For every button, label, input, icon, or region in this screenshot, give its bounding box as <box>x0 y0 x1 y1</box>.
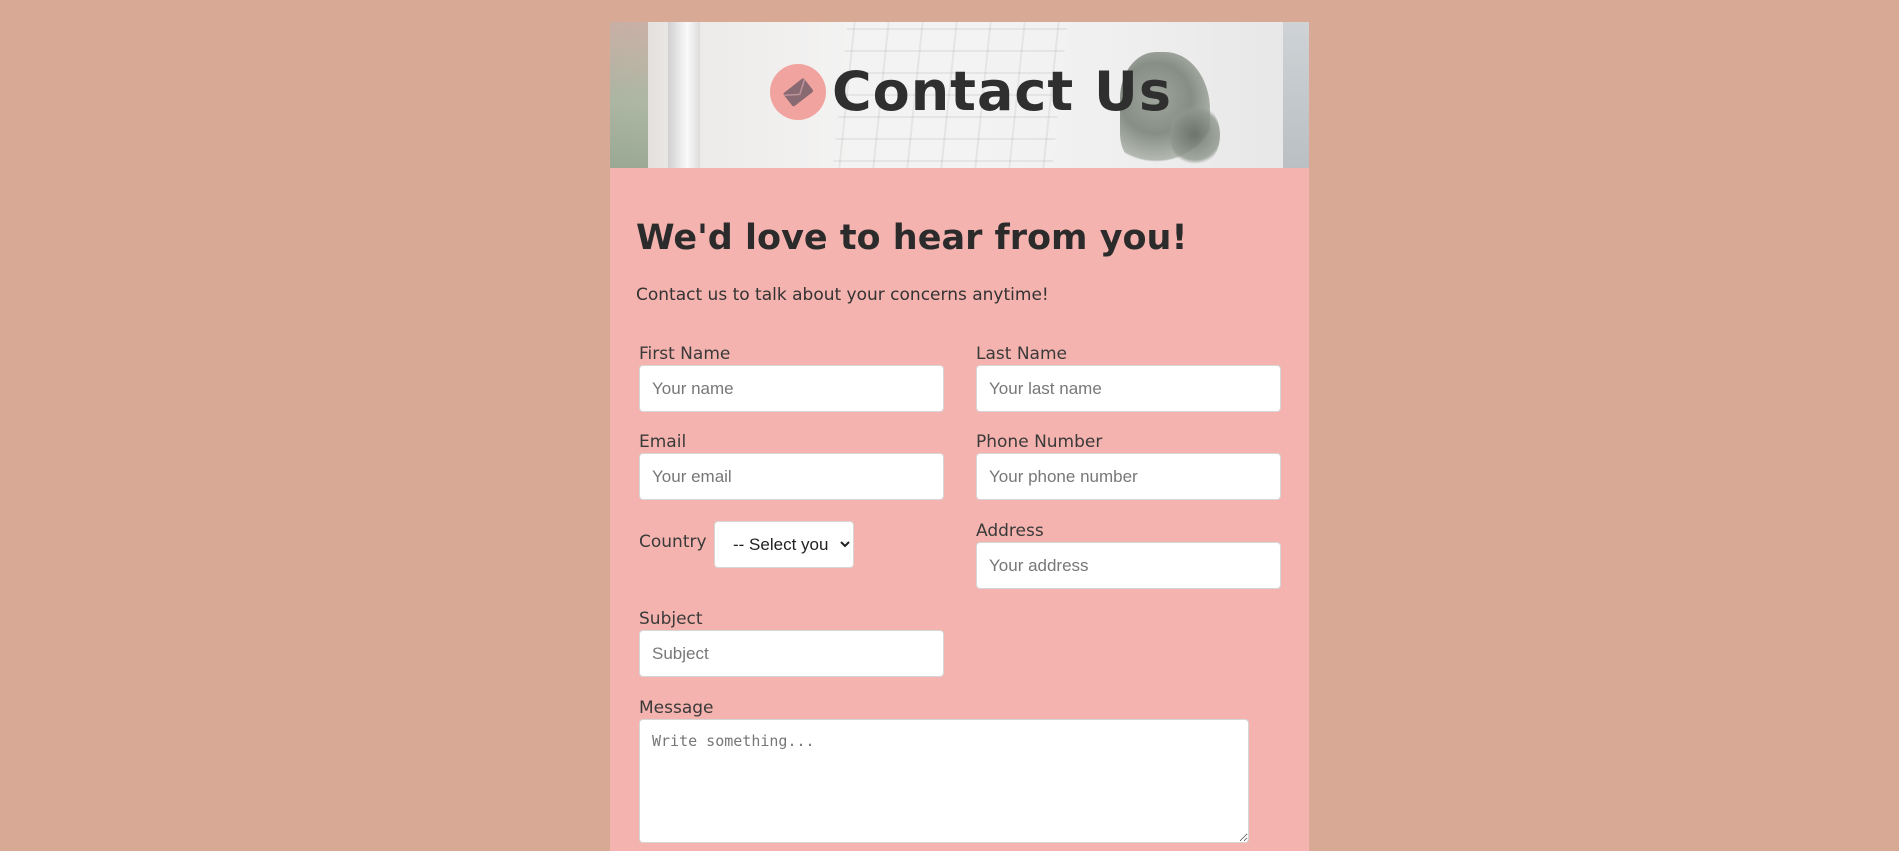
envelope-icon <box>770 64 826 120</box>
hero-monitor-stand <box>668 22 700 168</box>
address-input[interactable] <box>976 542 1281 589</box>
form-subtext: Contact us to talk about your concerns a… <box>636 285 1049 305</box>
page-title: Contact Us <box>832 60 1173 123</box>
first-name-input[interactable] <box>639 365 944 412</box>
email-label: Email <box>639 432 687 452</box>
phone-label: Phone Number <box>976 432 1103 452</box>
hero-plant-right-small <box>1170 102 1220 168</box>
subject-label: Subject <box>639 609 703 629</box>
hero-title: Contact Us <box>770 62 1172 122</box>
subject-input[interactable] <box>639 630 944 677</box>
hero-banner: Contact Us <box>610 22 1309 168</box>
hero-plant-left <box>610 22 648 168</box>
address-label: Address <box>976 521 1044 541</box>
country-label: Country <box>639 532 707 552</box>
last-name-input[interactable] <box>976 365 1281 412</box>
message-label: Message <box>639 698 714 718</box>
phone-input[interactable] <box>976 453 1281 500</box>
hero-edge <box>1283 22 1309 168</box>
form-content: We'd love to hear from you! Contact us t… <box>610 168 1309 306</box>
country-select[interactable]: -- Select your <box>714 521 854 568</box>
form-heading: We'd love to hear from you! <box>636 218 1188 258</box>
first-name-label: First Name <box>639 344 731 364</box>
contact-card: Contact Us We'd love to hear from you! C… <box>610 22 1309 851</box>
last-name-label: Last Name <box>976 344 1067 364</box>
email-input[interactable] <box>639 453 944 500</box>
message-textarea[interactable] <box>639 719 1249 843</box>
